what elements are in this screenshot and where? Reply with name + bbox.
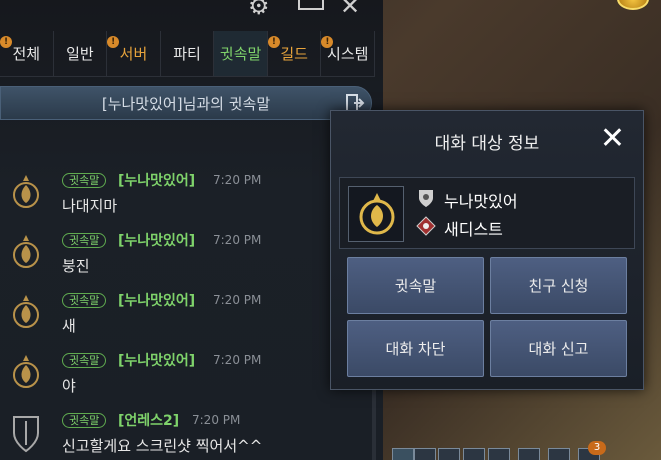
chat-tabs: ! 전체 일반 ! 서버 파티 귓속말 ! 길드 ! 시스템 bbox=[0, 31, 376, 77]
emblem-icon bbox=[13, 235, 39, 268]
shield-icon bbox=[13, 416, 39, 453]
chat-message[interactable]: 귓속말 [누나맛있어] 7:20 PM 야 bbox=[0, 353, 375, 411]
tab-general[interactable]: 일반 bbox=[54, 31, 108, 76]
tab-badge: ! bbox=[267, 36, 280, 48]
tab-all[interactable]: ! 전체 bbox=[0, 31, 54, 76]
message-text: 야 bbox=[62, 377, 76, 395]
friend-request-button[interactable]: 친구 신청 bbox=[490, 257, 627, 314]
message-time: 7:20 PM bbox=[213, 233, 262, 247]
skill-slot-icon[interactable] bbox=[548, 448, 570, 460]
message-time: 7:20 PM bbox=[213, 353, 262, 367]
tab-system[interactable]: ! 시스템 bbox=[321, 31, 376, 76]
message-sender[interactable]: [누나맛있어] bbox=[118, 170, 195, 190]
tab-whisper[interactable]: 귓속말 bbox=[214, 31, 268, 76]
whisper-tag: 귓속말 bbox=[62, 353, 107, 368]
skill-slot-icon[interactable] bbox=[414, 448, 436, 460]
dialog-title: 대화 대상 정보 bbox=[434, 134, 540, 154]
tab-label: 길드 bbox=[280, 45, 308, 63]
emblem-icon bbox=[13, 175, 39, 208]
tab-label: 일반 bbox=[66, 45, 94, 63]
report-chat-button[interactable]: 대화 신고 bbox=[490, 320, 627, 377]
chat-message[interactable]: 귓속말 [누나맛있어] 7:20 PM 나대지마 bbox=[0, 173, 375, 231]
skill-slot-icon[interactable] bbox=[518, 448, 540, 460]
chat-top-bar: ⚙ ✕ bbox=[0, 0, 383, 30]
target-class: 새디스트 bbox=[444, 220, 503, 239]
class-icon bbox=[416, 216, 436, 236]
target-name: 누나맛있어 bbox=[444, 192, 518, 211]
message-sender[interactable]: [누나맛있어] bbox=[118, 230, 195, 250]
message-text: 나대지마 bbox=[62, 197, 118, 215]
whisper-button[interactable]: 귓속말 bbox=[347, 257, 484, 314]
message-sender[interactable]: [누나맛있어] bbox=[118, 350, 195, 370]
whisper-tag: 귓속말 bbox=[62, 413, 107, 428]
notification-badge: 3 bbox=[588, 441, 606, 455]
tab-party[interactable]: 파티 bbox=[161, 31, 215, 76]
chat-message[interactable]: 귓속말 [언레스2] 7:20 PM 신고할게요 스크린샷 찍어서^^ bbox=[0, 413, 375, 460]
tab-label: 서버 bbox=[119, 45, 148, 63]
message-time: 7:20 PM bbox=[192, 413, 241, 427]
message-sender[interactable]: [누나맛있어] bbox=[118, 290, 195, 310]
tab-label: 전체 bbox=[12, 45, 41, 63]
tab-label: 귓속말 bbox=[219, 45, 262, 63]
tab-label: 파티 bbox=[173, 45, 201, 63]
pop-out-icon[interactable] bbox=[298, 0, 324, 10]
emblem-icon bbox=[13, 295, 39, 328]
skill-slot-icon[interactable] bbox=[392, 448, 414, 460]
tab-label: 시스템 bbox=[327, 45, 369, 63]
whisper-tag: 귓속말 bbox=[62, 233, 107, 248]
emblem-icon bbox=[359, 193, 395, 235]
skill-slot-icon[interactable] bbox=[438, 448, 460, 460]
whisper-tag: 귓속말 bbox=[62, 293, 107, 308]
close-icon[interactable]: ✕ bbox=[600, 121, 625, 156]
skill-slot-icon[interactable] bbox=[488, 448, 510, 460]
message-text: 붕진 bbox=[62, 257, 90, 275]
emblem-icon bbox=[13, 355, 39, 388]
chat-target-info-dialog: 대화 대상 정보 ✕ 누나맛있어 새디스트 귓속말 친구 신청 대화 차단 대화… bbox=[330, 110, 644, 390]
target-avatar bbox=[348, 186, 404, 242]
gear-icon[interactable]: ⚙ bbox=[248, 0, 270, 18]
tab-badge: ! bbox=[0, 36, 12, 48]
message-text: 새 bbox=[62, 317, 76, 335]
whisper-tag: 귓속말 bbox=[62, 173, 107, 188]
chat-message[interactable]: 귓속말 [누나맛있어] 7:20 PM 새 bbox=[0, 293, 375, 351]
whisper-target-bar[interactable]: [누나맛있어]님과의 귓속말 bbox=[0, 86, 372, 120]
chat-panel: ⚙ ✕ ! 전체 일반 ! 서버 파티 귓속말 ! 길드 ! 시스템 [누나맛있… bbox=[0, 0, 383, 460]
whisper-target-label: [누나맛있어]님과의 귓속말 bbox=[101, 94, 271, 113]
message-time: 7:20 PM bbox=[213, 293, 262, 307]
close-icon[interactable]: ✕ bbox=[340, 0, 360, 18]
tab-server[interactable]: ! 서버 bbox=[107, 31, 161, 76]
currency-icon[interactable] bbox=[617, 0, 649, 10]
message-text: 신고할게요 스크린샷 찍어서^^ bbox=[62, 437, 263, 455]
tab-badge: ! bbox=[107, 36, 120, 48]
chat-message[interactable]: 귓속말 [누나맛있어] 7:20 PM 붕진 bbox=[0, 233, 375, 291]
message-sender[interactable]: [언레스2] bbox=[118, 410, 179, 430]
block-chat-button[interactable]: 대화 차단 bbox=[347, 320, 484, 377]
message-time: 7:20 PM bbox=[213, 173, 262, 187]
shield-badge-icon bbox=[419, 190, 433, 207]
skill-slot-icon[interactable] bbox=[463, 448, 485, 460]
tab-guild[interactable]: ! 길드 bbox=[267, 31, 322, 76]
target-info-box: 누나맛있어 새디스트 bbox=[339, 177, 635, 249]
